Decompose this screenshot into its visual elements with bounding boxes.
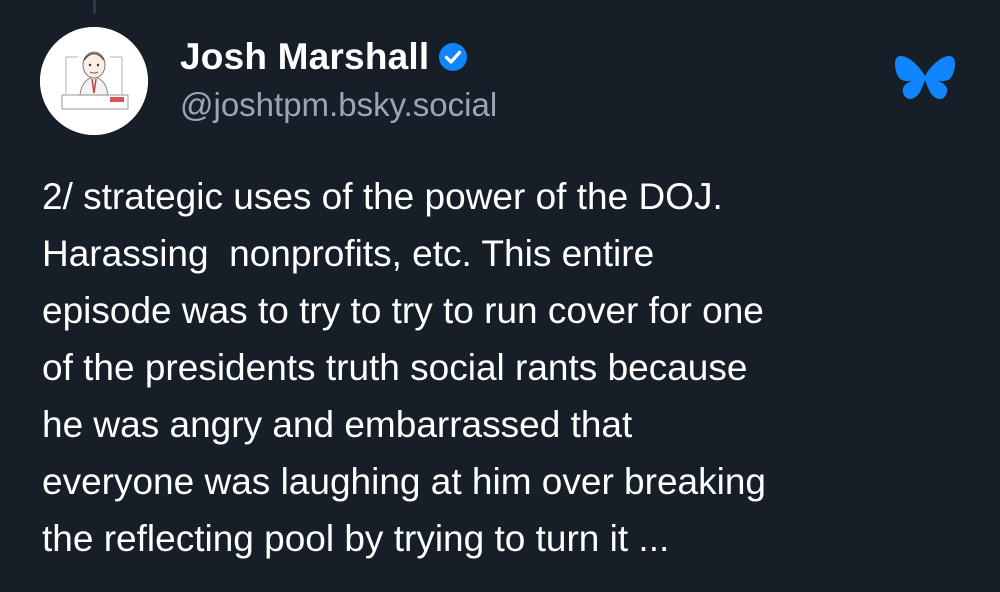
author-name-row: Josh Marshall (180, 32, 468, 82)
author-handle[interactable]: @joshtpm.bsky.social (180, 86, 497, 124)
bluesky-butterfly-icon (895, 54, 955, 106)
post-text-line: everyone was laughing at him over breaki… (42, 461, 766, 502)
post-text-line: the reflecting pool by trying to turn it… (42, 518, 670, 559)
post-card: Josh Marshall @joshtpm.bsky.social 2/ st… (0, 0, 1000, 592)
thread-connector-line (93, 0, 96, 14)
post-text-line: of the presidents truth social rants bec… (42, 347, 748, 388)
post-body: 2/ strategic uses of the power of the DO… (42, 168, 972, 567)
verified-check-icon[interactable] (438, 42, 468, 72)
post-text-line: episode was to try to try to run cover f… (42, 290, 764, 331)
caricature-avatar-icon (40, 27, 148, 135)
author-display-name[interactable]: Josh Marshall (180, 36, 429, 78)
post-text-line: 2/ strategic uses of the power of the DO… (42, 176, 723, 217)
post-text-line: he was angry and embarrassed that (42, 404, 633, 445)
post-text-line: Harassing nonprofits, etc. This entire (42, 233, 655, 274)
avatar[interactable] (40, 27, 148, 135)
